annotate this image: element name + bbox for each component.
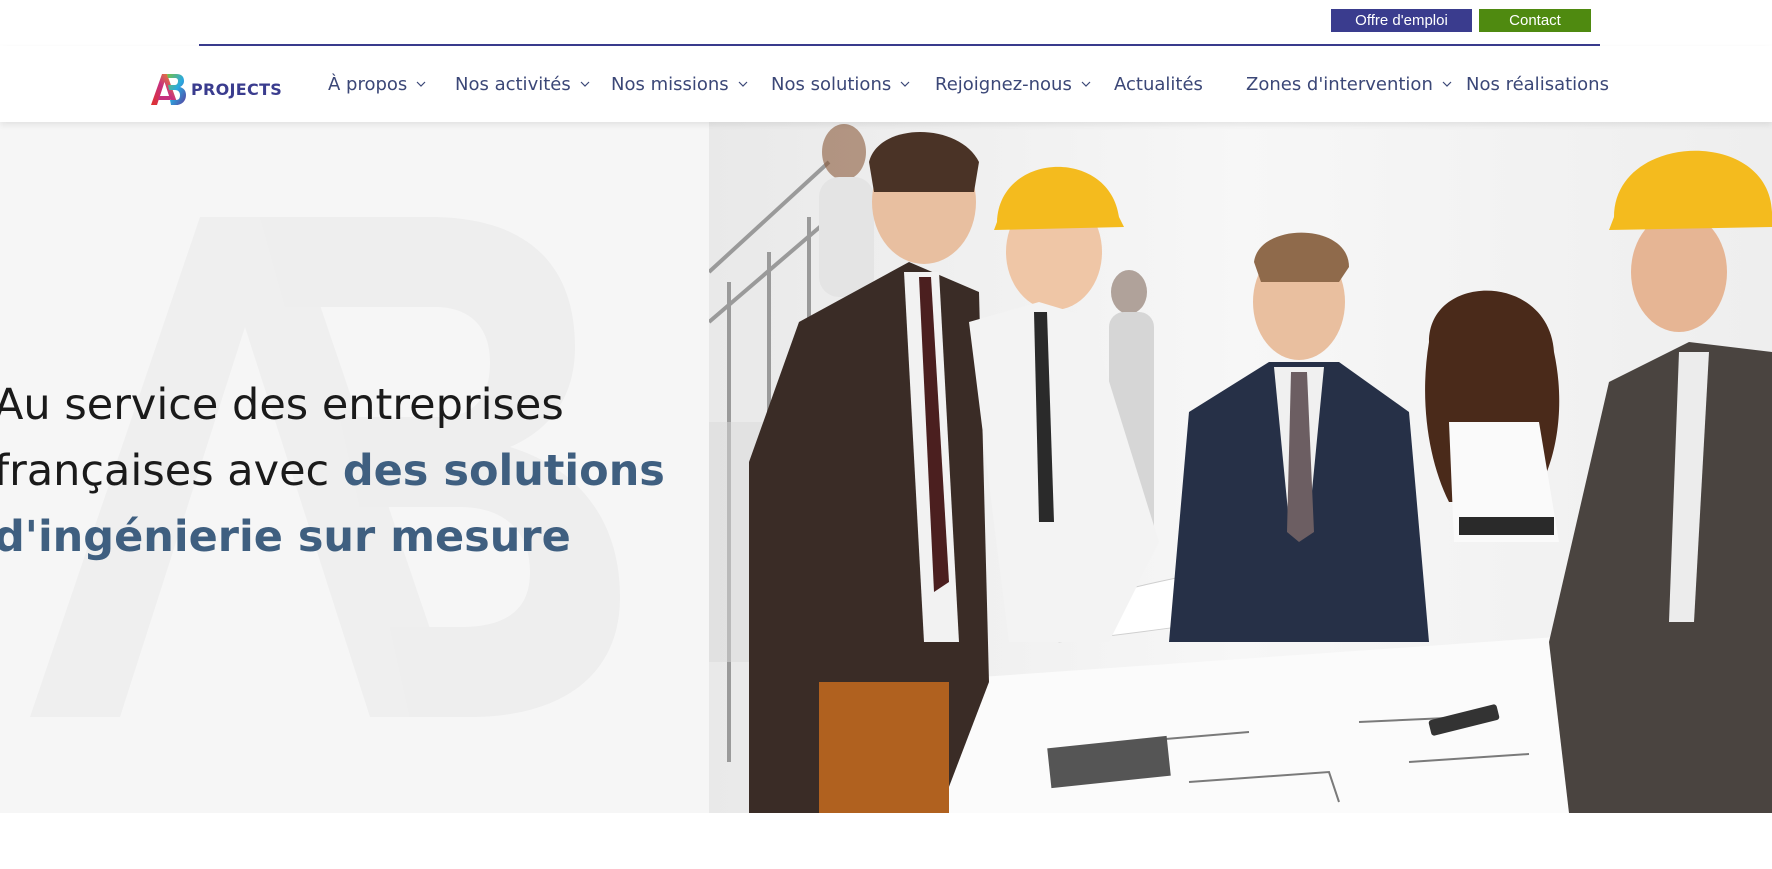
nav-item-label: Zones d'intervention xyxy=(1246,73,1433,95)
main-navigation: PROJECTS À propos Nos activités Nos miss… xyxy=(0,46,1772,122)
nav-item-nos-missions[interactable]: Nos missions xyxy=(611,46,748,122)
job-offer-button[interactable]: Offre d'emploi xyxy=(1331,9,1472,32)
chevron-down-icon xyxy=(738,79,748,89)
site-logo[interactable]: PROJECTS xyxy=(149,71,282,107)
nav-item-label: À propos xyxy=(328,73,408,95)
nav-item-a-propos[interactable]: À propos xyxy=(328,46,426,122)
hero-photo xyxy=(709,122,1772,813)
nav-item-label: Nos activités xyxy=(455,73,571,95)
chevron-down-icon xyxy=(1081,79,1091,89)
nav-item-rejoignez-nous[interactable]: Rejoignez-nous xyxy=(935,46,1091,122)
hero-section: Au service des entreprises françaises av… xyxy=(0,122,1772,813)
nav-item-actualites[interactable]: Actualités xyxy=(1114,46,1203,122)
chevron-down-icon xyxy=(900,79,910,89)
utility-bar: Offre d'emploi Contact xyxy=(0,0,1772,46)
chevron-down-icon xyxy=(416,79,426,89)
nav-item-label: Nos solutions xyxy=(771,73,892,95)
chevron-down-icon xyxy=(580,79,590,89)
contact-button[interactable]: Contact xyxy=(1479,9,1591,32)
headline-accent-text: des solutions xyxy=(342,446,665,496)
headline-plain-text: françaises avec xyxy=(0,446,343,496)
nav-item-label: Nos réalisations xyxy=(1466,73,1609,95)
hero-headline: Au service des entreprises françaises av… xyxy=(0,372,694,570)
nav-item-nos-activites[interactable]: Nos activités xyxy=(455,46,590,122)
headline-line-3: d'ingénierie sur mesure xyxy=(0,512,571,562)
nav-item-nos-realisations[interactable]: Nos réalisations xyxy=(1466,46,1609,122)
nav-item-nos-solutions[interactable]: Nos solutions xyxy=(771,46,910,122)
chevron-down-icon xyxy=(1442,79,1452,89)
nav-item-label: Rejoignez-nous xyxy=(935,73,1072,95)
ab-logo-icon xyxy=(151,74,186,105)
nav-item-label: Nos missions xyxy=(611,73,729,95)
nav-item-zones-intervention[interactable]: Zones d'intervention xyxy=(1246,46,1452,122)
logo-wordmark: PROJECTS xyxy=(191,79,283,99)
headline-line-1: Au service des entreprises xyxy=(0,380,564,430)
team-blueprint-illustration xyxy=(709,122,1772,813)
hero-text-panel: Au service des entreprises françaises av… xyxy=(0,122,709,813)
nav-item-label: Actualités xyxy=(1114,73,1203,95)
headline-line-2: françaises avec des solutions xyxy=(0,438,694,504)
